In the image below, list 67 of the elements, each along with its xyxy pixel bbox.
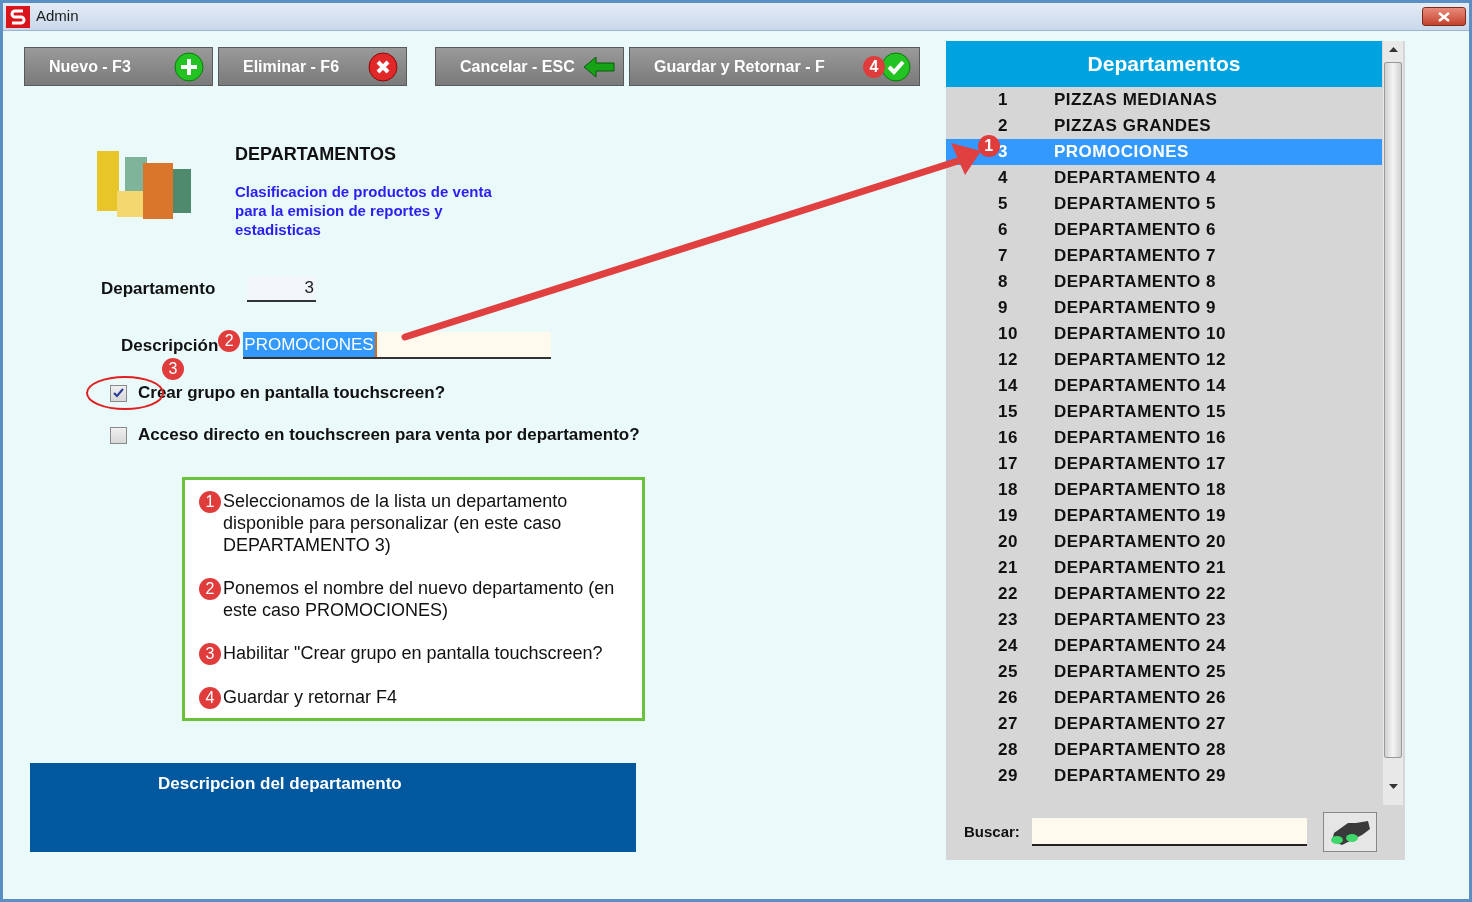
list-row[interactable]: 19 DEPARTAMENTO 19 <box>946 503 1382 529</box>
step-badge: 4 <box>199 687 221 709</box>
list-row[interactable]: 20 DEPARTAMENTO 20 <box>946 529 1382 555</box>
toolbar-button[interactable]: Eliminar - F6 <box>218 47 407 86</box>
scroll-down-icon <box>1388 784 1398 789</box>
list-row[interactable]: 18 DEPARTAMENTO 18 <box>946 477 1382 503</box>
search-label: Buscar: <box>964 821 1020 842</box>
step-badge: 2 <box>199 578 221 600</box>
list-row[interactable]: 10 DEPARTAMENTO 10 <box>946 321 1382 347</box>
list-row[interactable]: 15 DEPARTAMENTO 15 <box>946 399 1382 425</box>
app-logo-icon <box>6 5 30 28</box>
instruction-text: Guardar y retornar F4 <box>223 686 398 708</box>
instruction-text: Seleccionamos de la lista un departamento disponible para personalizar (en este caso DEPARTAMENTO 3) <box>223 490 569 556</box>
step-badge: 1 <box>199 491 221 513</box>
scroll-up-icon <box>1388 47 1398 52</box>
list-row[interactable]: 12 DEPARTAMENTO 12 <box>946 347 1382 373</box>
checkbox[interactable] <box>110 426 127 444</box>
bar-chart-icon <box>95 149 193 221</box>
step-badge: 4 <box>863 55 885 78</box>
list-row[interactable]: 24 DEPARTAMENTO 24 <box>946 633 1382 659</box>
list-header: Departamentos <box>946 41 1382 87</box>
checkmark-icon <box>881 51 911 82</box>
left-arrow-icon <box>583 55 615 78</box>
close-icon <box>368 51 398 82</box>
list-row[interactable]: 17 DEPARTAMENTO 17 <box>946 451 1382 477</box>
toolbar-button[interactable]: Guardar y Retornar - F 4 <box>629 47 920 86</box>
window-title: Admin <box>36 6 79 27</box>
search-field[interactable] <box>1031 818 1307 846</box>
section-description: Clasificacion de productos de venta para la emision de reportes y estadisticas <box>235 182 493 239</box>
list-row[interactable]: 23 DEPARTAMENTO 23 <box>946 607 1382 633</box>
list-row[interactable]: 28 DEPARTAMENTO 28 <box>946 737 1382 763</box>
list-row[interactable]: 6 DEPARTAMENTO 6 <box>946 217 1382 243</box>
list-row[interactable]: 1 PIZZAS MEDIANAS <box>946 87 1382 113</box>
field-label: Descripción <box>121 334 219 357</box>
step-badge: 3 <box>162 358 184 380</box>
list-row[interactable]: 7 DEPARTAMENTO 7 <box>946 243 1382 269</box>
scrollbar-thumb[interactable] <box>1384 62 1402 758</box>
toolbar-button[interactable]: Cancelar - ESC <box>435 47 624 86</box>
step-badge: 3 <box>199 643 221 665</box>
department-field[interactable]: 3 <box>247 275 316 302</box>
list-row[interactable]: 16 DEPARTAMENTO 16 <box>946 425 1382 451</box>
close-icon <box>1438 11 1450 22</box>
list-row[interactable]: 25 DEPARTAMENTO 25 <box>946 659 1382 685</box>
field-label: Departamento <box>101 277 217 300</box>
close-button[interactable] <box>1422 7 1466 26</box>
list-row[interactable]: 8 DEPARTAMENTO 8 <box>946 269 1382 295</box>
section-title: DEPARTAMENTOS <box>235 143 397 166</box>
list-row[interactable]: 14 DEPARTAMENTO 14 <box>946 373 1382 399</box>
list-row[interactable]: 4 DEPARTAMENTO 4 <box>946 165 1382 191</box>
checkbox[interactable] <box>110 384 127 402</box>
list-row[interactable]: 27 DEPARTAMENTO 27 <box>946 711 1382 737</box>
panel-title: Descripcion del departamento <box>158 774 402 793</box>
list-row[interactable]: 29 DEPARTAMENTO 29 <box>946 763 1382 789</box>
list-row[interactable]: 21 DEPARTAMENTO 21 <box>946 555 1382 581</box>
toolbar-button[interactable]: Nuevo - F3 <box>24 47 213 86</box>
list-row[interactable]: 26 DEPARTAMENTO 26 <box>946 685 1382 711</box>
step-badge: 2 <box>218 329 241 352</box>
checkmark-icon <box>113 388 124 398</box>
list-row[interactable]: 22 DEPARTAMENTO 22 <box>946 581 1382 607</box>
plus-icon <box>174 51 204 82</box>
list-row[interactable]: 9 DEPARTAMENTO 9 <box>946 295 1382 321</box>
instruction-text: Ponemos el nombre del nuevo departamento (en este caso PROMOCIONES) <box>223 577 616 621</box>
instruction-text: Habilitar "Crear grupo en pantalla touchscreen? <box>223 642 603 664</box>
list-row[interactable]: 5 DEPARTAMENTO 5 <box>946 191 1382 217</box>
search-button[interactable] <box>1322 812 1377 852</box>
scrollbar[interactable] <box>1383 41 1403 805</box>
checkbox-label: Acceso directo en touchscreen para venta por departamento? <box>138 424 640 447</box>
